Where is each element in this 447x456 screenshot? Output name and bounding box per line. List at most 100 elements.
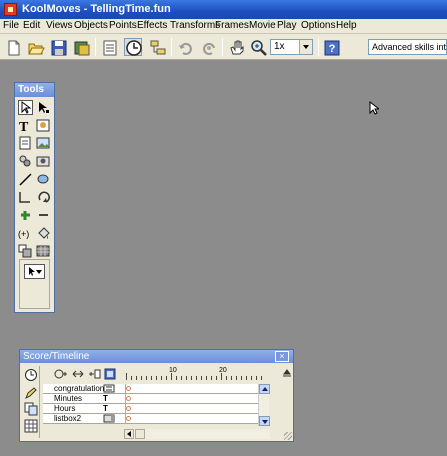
chevron-down-icon[interactable] bbox=[299, 40, 312, 54]
new-icon[interactable] bbox=[4, 38, 22, 56]
hand-icon[interactable] bbox=[227, 38, 245, 56]
ruler-tick bbox=[191, 376, 192, 380]
shape-icon[interactable] bbox=[18, 244, 33, 259]
menu-movie[interactable]: Movie bbox=[249, 20, 276, 31]
scroll-up-icon[interactable] bbox=[259, 384, 270, 394]
close-icon[interactable]: × bbox=[275, 351, 289, 362]
pointer-option-icon bbox=[29, 267, 35, 276]
text-box-icon[interactable] bbox=[36, 118, 51, 133]
menu-effects[interactable]: Effects bbox=[137, 20, 167, 31]
menu-file[interactable]: File bbox=[3, 20, 19, 31]
layer-row[interactable]: Minutes T bbox=[43, 394, 258, 404]
layer-frames[interactable] bbox=[125, 404, 258, 414]
insert-frame-icon[interactable] bbox=[88, 368, 101, 380]
ruler-tick bbox=[231, 376, 232, 380]
menu-frames[interactable]: Frames bbox=[215, 20, 249, 31]
clock-icon[interactable] bbox=[24, 368, 38, 382]
resize-grip-icon[interactable] bbox=[284, 432, 292, 440]
layer-row[interactable]: listbox2 bbox=[43, 414, 258, 424]
save-icon[interactable] bbox=[49, 38, 67, 56]
layer-frames[interactable] bbox=[125, 414, 258, 424]
frame-ruler[interactable]: 10 20 bbox=[124, 367, 268, 381]
open-icon[interactable] bbox=[26, 38, 45, 56]
keyframe-icon[interactable] bbox=[126, 406, 131, 411]
scroll-thumb[interactable] bbox=[135, 429, 145, 439]
clock-icon[interactable] bbox=[124, 38, 142, 56]
menu-edit[interactable]: Edit bbox=[23, 20, 40, 31]
layer-list: congratulation Minutes T Hours T listbox… bbox=[43, 384, 258, 424]
menu-options[interactable]: Options bbox=[301, 20, 335, 31]
pencil-icon[interactable] bbox=[24, 386, 38, 400]
frames-horizontal-scrollbar[interactable] bbox=[124, 429, 270, 439]
flip-icon[interactable]: (+) bbox=[18, 226, 33, 241]
swap-arrows-icon[interactable] bbox=[72, 368, 84, 380]
redo-icon[interactable] bbox=[199, 38, 217, 56]
scroll-left-icon[interactable] bbox=[124, 429, 134, 439]
koolmoves-app-icon bbox=[4, 3, 17, 16]
bucket-icon[interactable] bbox=[36, 226, 51, 241]
interface-mode-box[interactable]: Advanced skills interface bbox=[368, 39, 447, 55]
curve-icon[interactable] bbox=[18, 190, 33, 205]
keyframe-icon[interactable] bbox=[126, 396, 131, 401]
export-icon[interactable] bbox=[72, 38, 90, 56]
ruler-tick bbox=[186, 376, 187, 380]
layer-frames[interactable] bbox=[125, 394, 258, 404]
keyframe-icon[interactable] bbox=[126, 386, 131, 391]
menu-bar: File Edit Views Objects Points Effects T… bbox=[0, 19, 447, 34]
main-toolbar: 1x ? Advanced skills interface bbox=[0, 34, 447, 60]
ruler-tick bbox=[131, 376, 132, 380]
layer-vertical-scrollbar[interactable] bbox=[258, 384, 270, 426]
oval-icon[interactable] bbox=[36, 172, 51, 187]
keyframe-icon[interactable] bbox=[126, 416, 131, 421]
select-arrow-icon[interactable] bbox=[18, 100, 33, 115]
timeline-title[interactable]: Score/Timeline bbox=[20, 350, 293, 363]
copy-icon[interactable] bbox=[24, 402, 38, 416]
subselect-arrow-icon[interactable] bbox=[36, 100, 51, 115]
menu-play[interactable]: Play bbox=[277, 20, 296, 31]
layer-type: T bbox=[103, 394, 108, 403]
remove-point-icon[interactable] bbox=[36, 208, 51, 223]
menu-transforms[interactable]: Transforms bbox=[170, 20, 220, 31]
timeline-options-icon[interactable] bbox=[282, 368, 292, 378]
layer-row[interactable]: congratulation bbox=[43, 384, 258, 394]
zoom-icon[interactable] bbox=[249, 38, 267, 56]
gradient-icon[interactable] bbox=[36, 244, 51, 259]
ruler-tick bbox=[126, 373, 127, 380]
listbox-icon bbox=[103, 414, 115, 426]
layer-name: Hours bbox=[54, 404, 76, 413]
line-icon[interactable] bbox=[18, 172, 33, 187]
grid-icon[interactable] bbox=[24, 419, 38, 433]
frame-icon[interactable] bbox=[18, 136, 33, 151]
help-icon[interactable]: ? bbox=[322, 38, 340, 56]
properties-icon[interactable] bbox=[100, 38, 118, 56]
film-icon[interactable] bbox=[104, 368, 116, 380]
ruler-tick bbox=[256, 376, 257, 380]
ruler-tick bbox=[171, 373, 172, 380]
layer-frames[interactable] bbox=[125, 384, 258, 394]
menu-objects[interactable]: Objects bbox=[74, 20, 108, 31]
toolbar-separator bbox=[171, 38, 172, 56]
ruler-tick bbox=[161, 376, 162, 380]
add-layer-icon[interactable] bbox=[54, 368, 67, 380]
camera-icon[interactable] bbox=[36, 154, 51, 169]
layer-row[interactable]: Hours T bbox=[43, 404, 258, 414]
rotate-icon[interactable] bbox=[36, 190, 51, 205]
eyedropper-icon[interactable] bbox=[18, 154, 33, 169]
ruler-tick bbox=[206, 376, 207, 380]
hierarchy-icon[interactable] bbox=[148, 38, 166, 56]
menu-help[interactable]: Help bbox=[336, 20, 357, 31]
window-title: KoolMoves - TellingTime.fun bbox=[22, 3, 171, 15]
zoom-select[interactable]: 1x bbox=[270, 39, 313, 55]
scroll-down-icon[interactable] bbox=[259, 416, 270, 426]
undo-icon[interactable] bbox=[176, 38, 194, 56]
picture-icon[interactable] bbox=[36, 136, 51, 151]
text-icon[interactable]: T bbox=[18, 118, 33, 133]
title-bar: KoolMoves - TellingTime.fun bbox=[0, 0, 447, 19]
tools-palette-title[interactable]: Tools bbox=[15, 83, 54, 97]
menu-points[interactable]: Points bbox=[109, 20, 137, 31]
ruler-tick bbox=[201, 376, 202, 380]
menu-views[interactable]: Views bbox=[46, 20, 73, 31]
toolbar-separator bbox=[318, 38, 319, 56]
tool-option-dropdown[interactable] bbox=[24, 264, 45, 279]
add-point-icon[interactable] bbox=[18, 208, 33, 223]
